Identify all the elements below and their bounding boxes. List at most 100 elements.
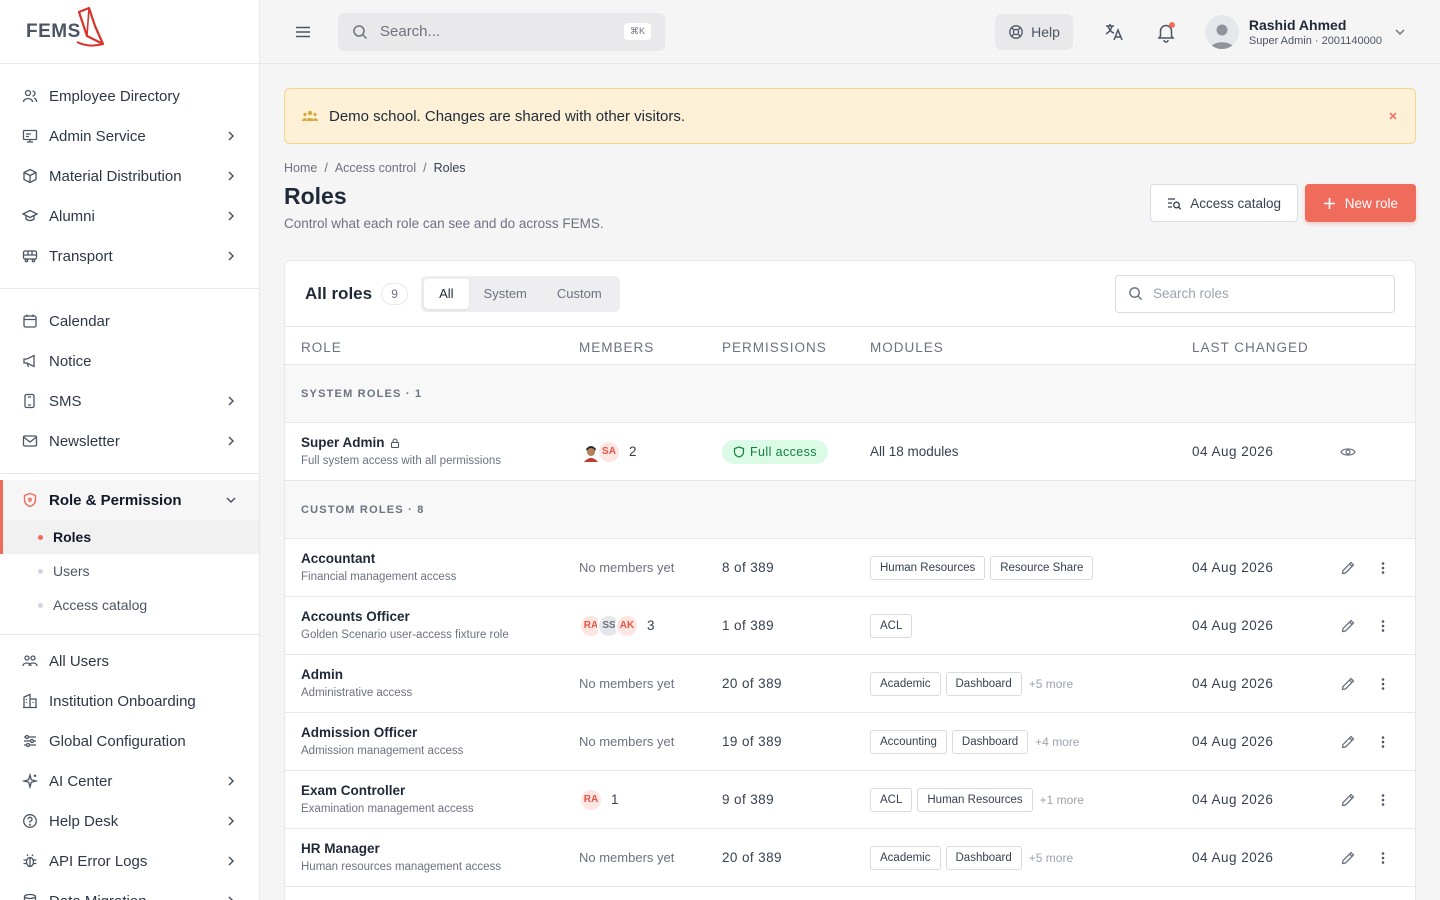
sidebar-item-data-migration[interactable]: Data Migration (0, 881, 259, 900)
role-description: Examination management access (301, 803, 474, 815)
sidebar-item-material-distribution[interactable]: Material Distribution (0, 156, 259, 196)
more-modules[interactable]: +5 more (1029, 677, 1073, 691)
column-header-members[interactable]: MEMBERS (579, 340, 654, 355)
role-name[interactable]: Exam Controller (301, 783, 405, 798)
sidebar-subitem-roles[interactable]: Roles (0, 520, 259, 554)
tab-custom[interactable]: Custom (542, 279, 617, 309)
pencil-icon[interactable] (1340, 618, 1356, 634)
breadcrumb-home[interactable]: Home (284, 161, 317, 175)
column-header-last-changed[interactable]: LAST CHANGED (1192, 340, 1309, 355)
sidebar-subitem-users[interactable]: Users (0, 554, 259, 588)
global-search[interactable]: ⌘K (338, 12, 665, 51)
shield-check-icon (733, 445, 745, 458)
sidebar-item-label: Help Desk (49, 812, 119, 830)
sidebar-item-newsletter[interactable]: Newsletter (0, 421, 259, 461)
help-button[interactable]: Help (995, 13, 1073, 50)
role-name[interactable]: Accounts Officer (301, 609, 410, 624)
sidebar-item-notice[interactable]: Notice (0, 341, 259, 381)
more-vertical-icon[interactable] (1375, 560, 1391, 576)
more-modules[interactable]: +1 more (1040, 793, 1084, 807)
breadcrumb-separator: / (324, 161, 328, 175)
translate-icon[interactable] (1103, 21, 1125, 43)
role-name[interactable]: Admin (301, 667, 343, 682)
tab-all[interactable]: All (424, 278, 469, 309)
more-vertical-icon[interactable] (1375, 850, 1391, 866)
sparkles-icon (22, 773, 38, 789)
table-row[interactable]: Admission Officer Admission management a… (285, 713, 1415, 771)
pencil-icon[interactable] (1340, 734, 1356, 750)
sidebar-item-calendar[interactable]: Calendar (0, 301, 259, 341)
sidebar-item-label: Employee Directory (49, 87, 180, 105)
close-icon[interactable] (1387, 110, 1399, 122)
sidebar-item-employee-directory[interactable]: Employee Directory (0, 76, 259, 116)
module-chip: Human Resources (917, 787, 1033, 812)
more-vertical-icon[interactable] (1375, 734, 1391, 750)
sidebar-item-all-users[interactable]: All Users (0, 641, 259, 681)
breadcrumb-access-control[interactable]: Access control (335, 161, 416, 175)
sidebar: FEMS Employee Directory Admin Service Ma… (0, 0, 260, 900)
no-members-text: No members yet (579, 676, 675, 691)
more-modules[interactable]: +4 more (1035, 735, 1079, 749)
sidebar-item-admin-service[interactable]: Admin Service (0, 116, 259, 156)
pencil-icon[interactable] (1340, 676, 1356, 692)
members-cell: No members yet (579, 713, 674, 770)
column-header-role[interactable]: ROLE (301, 340, 342, 355)
sidebar-item-alumni[interactable]: Alumni (0, 196, 259, 236)
sidebar-item-label: SMS (49, 392, 82, 410)
sidebar-item-transport[interactable]: Transport (0, 236, 259, 276)
members-cell: SA 2 (579, 423, 637, 480)
avatar: RA (579, 787, 603, 812)
permissions-count: 9 of 389 (722, 792, 774, 807)
sidebar-subitem-access-catalog[interactable]: Access catalog (0, 588, 259, 622)
role-description: Human resources management access (301, 861, 502, 873)
sidebar-item-api-error-logs[interactable]: API Error Logs (0, 841, 259, 881)
table-row[interactable]: Accounts Officer Golden Scenario user-ac… (285, 597, 1415, 655)
sidebar-item-global-configuration[interactable]: Global Configuration (0, 721, 259, 761)
sidebar-subitem-label: Roles (53, 529, 92, 545)
role-name[interactable]: Accountant (301, 551, 375, 566)
table-row[interactable]: Admin Administrative access No members y… (285, 655, 1415, 713)
sidebar-item-label: Admin Service (49, 127, 146, 145)
sidebar-item-sms[interactable]: SMS (0, 381, 259, 421)
role-search-input[interactable] (1153, 286, 1382, 301)
row-actions (1340, 771, 1391, 828)
new-role-button[interactable]: New role (1304, 184, 1416, 222)
menu-icon[interactable] (294, 23, 312, 41)
sidebar-item-role-permission[interactable]: Role & Permission (0, 480, 259, 520)
sidebar-item-institution-onboarding[interactable]: Institution Onboarding (0, 681, 259, 721)
row-actions (1340, 539, 1391, 596)
table-row[interactable]: Super Admin Full system access with all … (285, 423, 1415, 481)
pencil-icon[interactable] (1340, 850, 1356, 866)
sidebar-item-label: API Error Logs (49, 852, 148, 870)
sidebar-item-label: Data Migration (49, 893, 225, 900)
more-vertical-icon[interactable] (1375, 618, 1391, 634)
more-vertical-icon[interactable] (1375, 792, 1391, 808)
role-description: Admission management access (301, 745, 464, 757)
table-row[interactable]: Accountant Financial management access N… (285, 539, 1415, 597)
sidebar-item-ai-center[interactable]: AI Center (0, 761, 259, 801)
tab-system[interactable]: System (469, 279, 542, 309)
table-row[interactable]: Librarian (285, 887, 1415, 900)
table-row[interactable]: Exam Controller Examination management a… (285, 771, 1415, 829)
access-catalog-button[interactable]: Access catalog (1150, 184, 1298, 222)
table-row[interactable]: HR Manager Human resources management ac… (285, 829, 1415, 887)
more-modules[interactable]: +5 more (1029, 851, 1073, 865)
notifications-button[interactable] (1155, 21, 1177, 43)
global-search-input[interactable] (380, 23, 624, 40)
sidebar-item-help-desk[interactable]: Help Desk (0, 801, 259, 841)
column-header-modules[interactable]: MODULES (870, 340, 944, 355)
user-menu[interactable]: Rashid Ahmed Super Admin · 2001140000 (1204, 14, 1406, 49)
column-header-permissions[interactable]: PERMISSIONS (722, 340, 827, 355)
logo[interactable]: FEMS (0, 0, 259, 64)
eye-icon[interactable] (1340, 444, 1356, 460)
role-name[interactable]: Super Admin (301, 435, 385, 450)
help-circle-icon (23, 814, 37, 828)
chevron-right-icon (228, 396, 235, 406)
role-name[interactable]: HR Manager (301, 841, 380, 856)
pencil-icon[interactable] (1340, 560, 1356, 576)
pencil-icon[interactable] (1340, 792, 1356, 808)
more-vertical-icon[interactable] (1375, 676, 1391, 692)
user-avatar-icon (1209, 24, 1234, 49)
role-name[interactable]: Admission Officer (301, 725, 417, 740)
role-search[interactable] (1115, 274, 1395, 313)
